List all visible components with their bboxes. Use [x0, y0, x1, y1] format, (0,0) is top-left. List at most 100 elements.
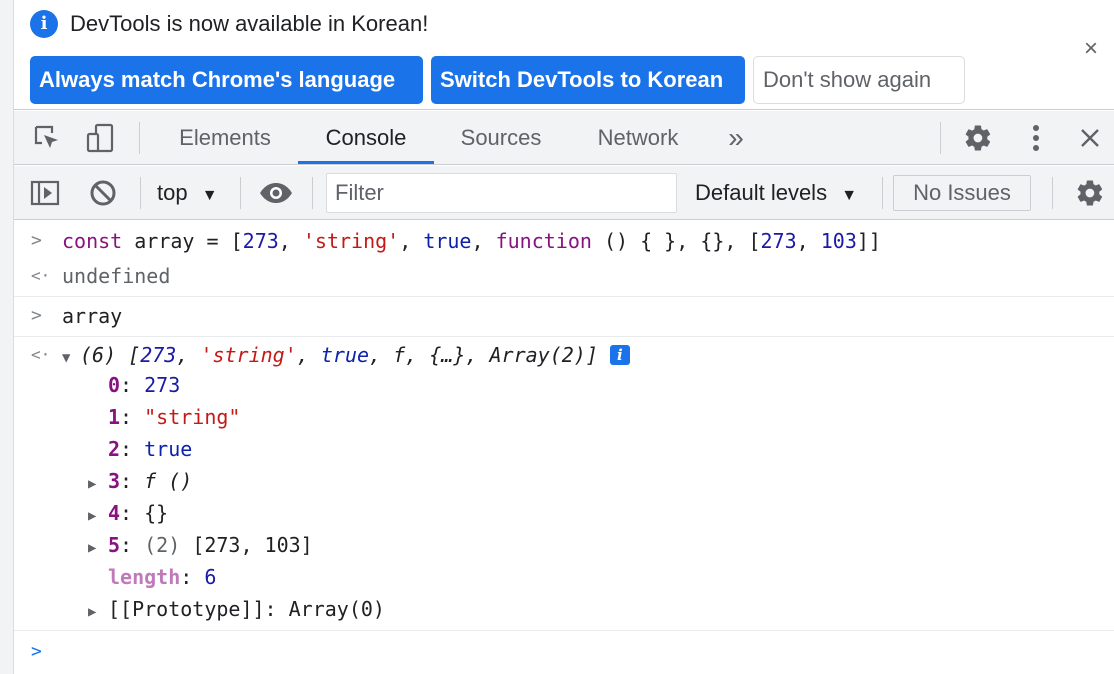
property-value: Array(0) [288, 597, 385, 621]
object-literal: {} [700, 229, 725, 253]
devtools-panel: i DevTools is now available in Korean! ×… [14, 0, 1114, 674]
context-selector[interactable]: top ▼ [157, 166, 218, 220]
property-value: true [144, 437, 193, 461]
console-toolbar: top ▼ Default levels ▼ No Issues [14, 166, 1114, 220]
property-value: 6 [204, 565, 217, 589]
array-length: (6) [80, 343, 117, 367]
property-row[interactable]: ▶ [[Prototype]]: Array(0) [14, 593, 1114, 625]
property-row[interactable]: ▶ 5: (2) [273, 103] [14, 529, 1114, 561]
tab-console[interactable]: Console [298, 111, 434, 164]
array-length: (2) [144, 533, 181, 557]
more-options-icon[interactable] [1018, 111, 1054, 165]
console-settings-gear-icon[interactable] [1072, 166, 1108, 220]
input-chevron-icon: > [31, 305, 42, 326]
property-row[interactable]: ▶ 4: {} [14, 497, 1114, 529]
property-key: 2 [108, 437, 121, 461]
console-command[interactable]: array [62, 297, 122, 335]
property-key: 5 [108, 533, 121, 557]
property-value: {} [144, 501, 169, 525]
always-match-language-button[interactable]: Always match Chrome's language [30, 56, 423, 104]
property-value: [273, 103] [192, 533, 313, 557]
collapsed-triangle-icon[interactable]: ▶ [88, 596, 108, 628]
boolean-value: true [320, 343, 370, 367]
close-devtools-icon[interactable] [1072, 111, 1108, 165]
infobar-message-row: i DevTools is now available in Korean! [30, 10, 428, 38]
console-input-line: > array [14, 296, 1114, 334]
inspect-element-icon[interactable] [30, 111, 64, 165]
operator: = [206, 229, 219, 253]
tab-sources[interactable]: Sources [442, 111, 560, 164]
array-value: Array(2) [489, 343, 586, 367]
object-value: {…} [429, 343, 466, 367]
collapsed-triangle-icon[interactable]: ▶ [88, 500, 108, 532]
chevron-down-icon: ▼ [841, 187, 858, 204]
left-panel-edge [0, 0, 14, 674]
prompt-chevron-icon: > [31, 641, 42, 662]
property-key: 1 [108, 405, 121, 429]
console-output: > const array = [273, 'string', true, fu… [14, 221, 1114, 674]
property-key: 4 [108, 501, 121, 525]
property-row: length: 6 [108, 565, 217, 589]
result-value: undefined [62, 264, 171, 288]
property-key: [[Prototype]] [108, 597, 265, 621]
info-icon: i [30, 10, 58, 38]
number-literal: 103 [820, 229, 857, 253]
boolean-literal: true [423, 229, 472, 253]
result-arrow-icon: <· [31, 266, 51, 285]
property-row[interactable]: ▶ 3: f () [14, 465, 1114, 497]
device-toolbar-icon[interactable] [84, 111, 118, 165]
log-levels-label: Default levels [695, 180, 828, 205]
settings-gear-icon[interactable] [960, 111, 996, 165]
property-key: length [108, 565, 181, 589]
console-prompt[interactable]: > [14, 630, 1114, 672]
number-literal: 273 [242, 229, 279, 253]
infobar-actions: Always match Chrome's language Switch De… [30, 56, 973, 104]
collapsed-triangle-icon[interactable]: ▶ [88, 468, 108, 500]
function-body: () { } [603, 229, 677, 253]
number-literal: 273 [760, 229, 797, 253]
console-command[interactable]: const array = [273, 'string', true, func… [62, 225, 881, 257]
number-value: 273 [140, 343, 177, 367]
property-key: 3 [108, 469, 121, 493]
live-expression-eye-icon[interactable] [258, 166, 294, 220]
main-tabbar: Elements Console Sources Network » [14, 111, 1114, 165]
infobar-close-icon[interactable]: × [1078, 36, 1104, 62]
toolbar-separator [882, 177, 883, 209]
string-literal: 'string' [302, 229, 400, 253]
toolbar-separator [139, 122, 140, 154]
dont-show-again-button[interactable]: Don't show again [753, 56, 965, 104]
property-value: f () [144, 469, 193, 493]
property-value: 273 [144, 373, 181, 397]
toolbar-separator [312, 177, 313, 209]
tab-elements[interactable]: Elements [161, 111, 289, 164]
property-row: 2: true [108, 437, 193, 461]
chevron-down-icon: ▼ [201, 187, 218, 204]
toolbar-separator [1052, 177, 1053, 209]
infobar-message: DevTools is now available in Korean! [70, 11, 429, 36]
clear-console-icon[interactable] [86, 166, 120, 220]
switch-to-korean-button[interactable]: Switch DevTools to Korean [431, 56, 745, 104]
issues-button[interactable]: No Issues [893, 175, 1031, 211]
property-key: 0 [108, 373, 121, 397]
keyword-const: const [62, 229, 123, 253]
input-chevron-icon: > [31, 230, 42, 251]
function-value: f [393, 343, 406, 367]
property-row: 0: 273 [108, 373, 181, 397]
property-value: "string" [144, 405, 241, 429]
tab-network[interactable]: Network [576, 111, 700, 164]
filter-input[interactable] [326, 173, 677, 213]
collapsed-triangle-icon[interactable]: ▶ [88, 532, 108, 564]
array-summary-line: <· ▼ (6) [273, 'string', true, f, {…}, Ar… [14, 336, 1114, 372]
toolbar-separator [240, 177, 241, 209]
log-levels-dropdown[interactable]: Default levels ▼ [695, 166, 857, 220]
toolbar-separator [140, 177, 141, 209]
toolbar-separator [940, 122, 941, 154]
console-result-line: <· undefined [14, 260, 1114, 292]
property-row: 1: "string" [108, 405, 241, 429]
sidebar-toggle-icon[interactable] [28, 166, 62, 220]
console-prompt-input[interactable] [62, 631, 1102, 671]
info-badge-icon[interactable]: i [609, 345, 630, 365]
variable-name: array [134, 229, 195, 253]
more-tabs-chevron-icon[interactable]: » [718, 111, 754, 164]
string-value: 'string' [200, 343, 297, 367]
